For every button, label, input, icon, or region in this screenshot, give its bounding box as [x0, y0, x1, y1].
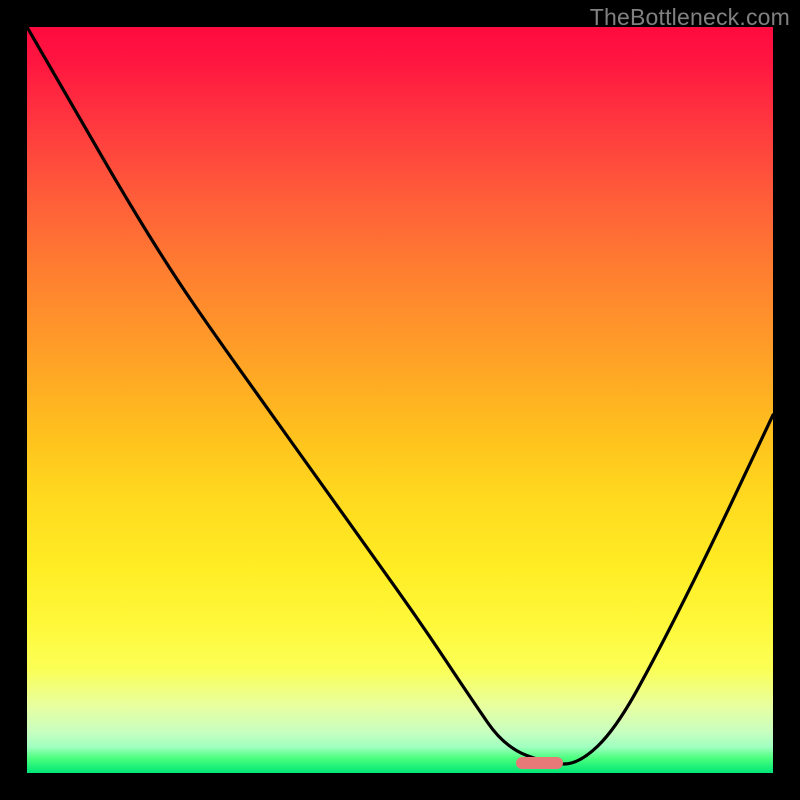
bottleneck-curve [0, 0, 800, 800]
optimum-marker [516, 757, 563, 769]
chart-frame: TheBottleneck.com [0, 0, 800, 800]
